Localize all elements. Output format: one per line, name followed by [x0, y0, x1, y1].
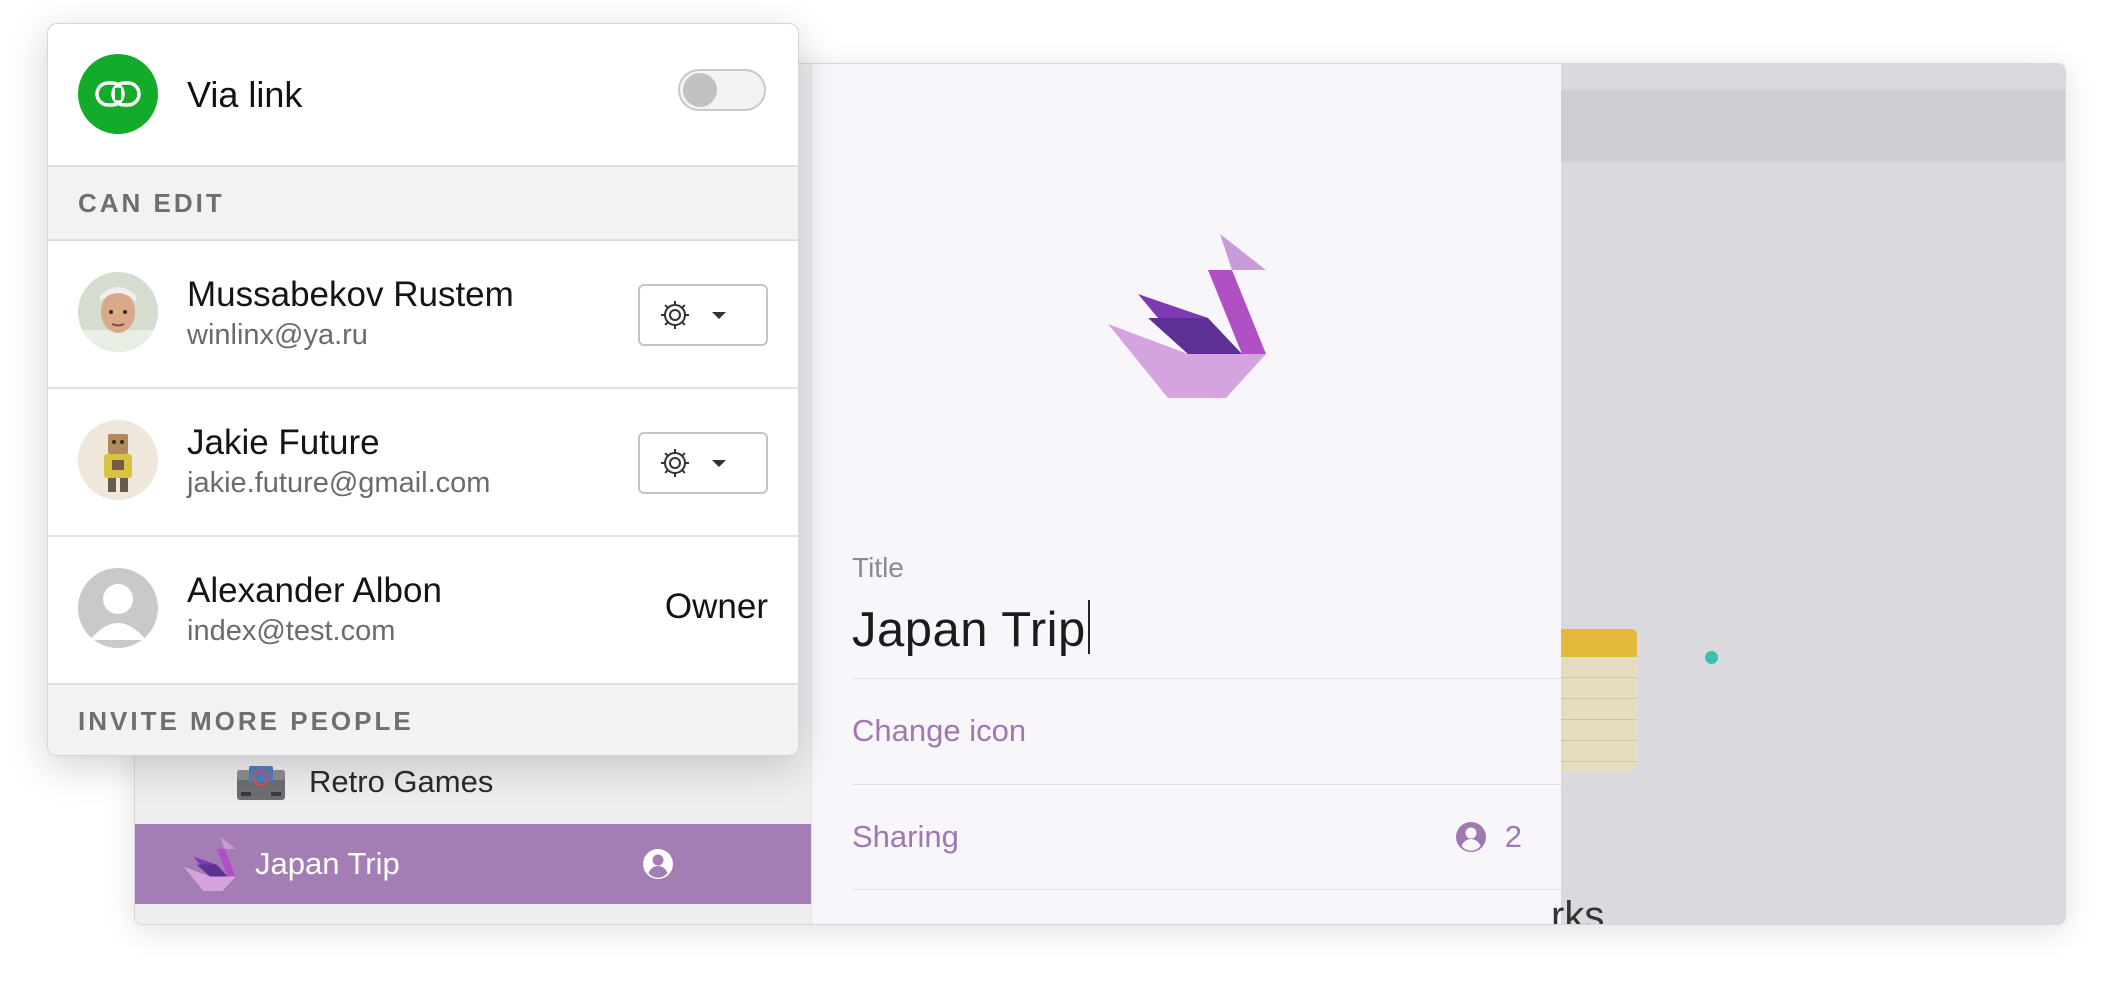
title-label: Title	[852, 552, 904, 583]
link-icon-badge	[78, 54, 158, 134]
person-circle-icon	[1455, 822, 1486, 852]
sidebar-item-label: Retro Games	[309, 764, 494, 799]
gear-icon	[661, 449, 689, 477]
member-email: jakie.future@gmail.com	[187, 467, 491, 499]
invite-more-people-button[interactable]: INVITE MORE PEOPLE	[48, 683, 798, 755]
notebook-card[interactable]	[1561, 629, 1637, 771]
permission-dropdown[interactable]	[638, 284, 768, 346]
member-row: Alexander Albon index@test.com Owner	[48, 537, 798, 683]
owner-label: Owner	[664, 587, 768, 626]
share-popover: Via link CAN EDIT Mussabekov Rustem winl…	[47, 23, 799, 756]
avatar	[78, 420, 158, 500]
sidebar-item-label: Japan Trip	[255, 846, 400, 881]
permission-dropdown[interactable]	[638, 432, 768, 494]
right-pane: rks	[1551, 64, 2065, 924]
via-link-row: Via link	[48, 24, 798, 167]
member-row: Jakie Future jakie.future@gmail.com	[48, 389, 798, 537]
game-console-icon	[237, 766, 285, 800]
origami-swan-icon	[183, 837, 236, 891]
change-icon-button[interactable]: Change icon	[852, 678, 1562, 783]
member-name: Jakie Future	[187, 423, 380, 462]
sharing-row[interactable]: Sharing 2	[852, 784, 1562, 890]
chevron-down-icon	[712, 459, 726, 467]
title-text: Japan Trip	[852, 603, 1086, 657]
member-name: Mussabekov Rustem	[187, 275, 514, 314]
person-circle-icon	[643, 849, 673, 879]
via-link-toggle[interactable]	[678, 69, 766, 111]
sidebar-item-japan-trip[interactable]: Japan Trip	[135, 824, 811, 904]
sharing-label: Sharing	[852, 819, 959, 854]
can-edit-header: CAN EDIT	[48, 167, 798, 241]
member-name: Alexander Albon	[187, 571, 442, 610]
origami-swan-icon[interactable]	[1108, 234, 1268, 398]
avatar	[78, 272, 158, 352]
member-email: index@test.com	[187, 615, 396, 647]
avatar	[78, 568, 158, 648]
sharing-count-value: 2	[1504, 819, 1522, 854]
member-email: winlinx@ya.ru	[187, 319, 368, 351]
text-caret	[1087, 600, 1090, 654]
via-link-label: Via link	[187, 74, 303, 115]
chevron-down-icon	[712, 311, 726, 319]
detail-panel: Title Japan Trip Change icon Sharing 2	[811, 64, 1563, 924]
status-dot	[1705, 651, 1718, 664]
change-icon-label: Change icon	[852, 713, 1027, 748]
section-title: CAN EDIT	[78, 187, 225, 218]
gear-icon	[661, 301, 689, 329]
link-icon	[95, 81, 141, 107]
title-input[interactable]: Japan Trip	[852, 600, 1090, 658]
partial-label: rks	[1551, 894, 1605, 925]
member-row: Mussabekov Rustem winlinx@ya.ru	[48, 241, 798, 389]
section-title: INVITE MORE PEOPLE	[78, 705, 414, 736]
sharing-count: 2	[1455, 819, 1522, 855]
toolbar-strip	[1561, 90, 2065, 162]
